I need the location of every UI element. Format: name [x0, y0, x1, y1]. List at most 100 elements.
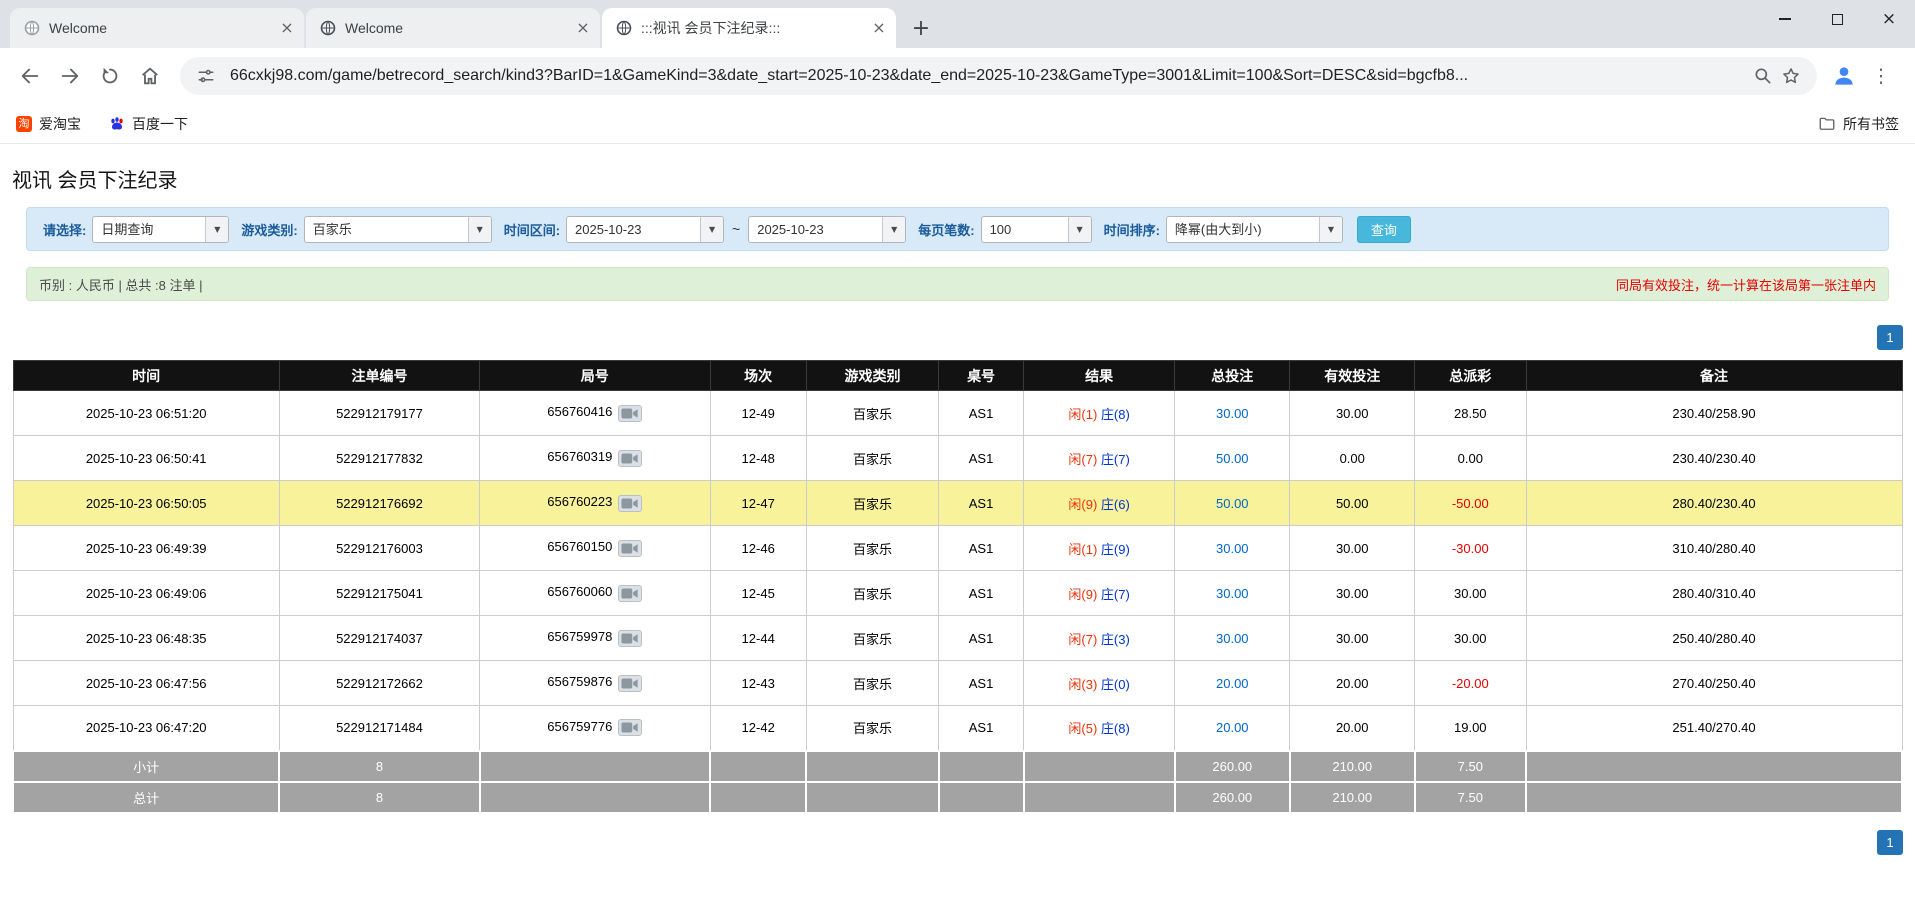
cell-result: 闲(9) 庄(7)	[1023, 570, 1176, 616]
dropdown-arrow: ▼	[708, 224, 716, 234]
bet-record-row: 2025-10-23 06:47:20 522912171484 656759776…	[12, 705, 1903, 751]
video-replay-icon[interactable]	[618, 584, 643, 602]
cell-time: 2025-10-23 06:49:39	[12, 525, 280, 571]
cell-total-bet[interactable]: 20.00	[1174, 705, 1291, 751]
summary-empty-cell	[478, 780, 712, 814]
tab-close-icon[interactable]: ×	[870, 19, 888, 37]
cell-total-bet[interactable]: 50.00	[1174, 480, 1291, 526]
date-end-dropdown[interactable]: 2025-10-23 ▼	[748, 215, 907, 243]
result-banker: 庄(7)	[1100, 586, 1130, 602]
cell-session: 12-49	[709, 390, 807, 436]
subtotal-payout: 7.50	[1413, 749, 1528, 783]
maximize-button[interactable]	[1811, 0, 1863, 38]
browser-toolbar: 66cxkj98.com/game/betrecord_search/kind3…	[0, 48, 1915, 104]
minimize-button[interactable]	[1759, 0, 1811, 38]
browser-menu-icon[interactable]: ⋮	[1863, 58, 1899, 94]
cell-result: 闲(1) 庄(9)	[1023, 525, 1176, 571]
video-replay-icon[interactable]	[618, 494, 643, 512]
new-tab-button[interactable]: +	[906, 13, 936, 43]
home-button[interactable]	[132, 58, 168, 94]
zoom-icon[interactable]	[1749, 62, 1777, 90]
cell-table-no: AS1	[938, 480, 1025, 526]
close-window-button[interactable]: ×	[1863, 0, 1915, 38]
chevron-down-icon[interactable]: ▼	[700, 216, 724, 242]
col-header-payout: 总派彩	[1414, 360, 1527, 391]
cell-time: 2025-10-23 06:48:35	[12, 615, 280, 661]
subtotal-total-bet: 260.00	[1173, 749, 1291, 783]
bet-table-body: 2025-10-23 06:51:20 522912179177 656760416…	[12, 390, 1903, 751]
subtotal-count: 8	[278, 749, 481, 783]
chevron-down-icon[interactable]: ▼	[882, 216, 906, 242]
cell-total-bet[interactable]: 30.00	[1174, 570, 1291, 616]
address-bar[interactable]: 66cxkj98.com/game/betrecord_search/kind3…	[180, 57, 1817, 95]
cell-total-bet[interactable]: 20.00	[1174, 660, 1291, 706]
cell-valid-bet: 50.00	[1289, 480, 1416, 526]
video-replay-icon[interactable]	[618, 449, 643, 467]
cell-total-bet[interactable]: 30.00	[1174, 525, 1291, 571]
chevron-down-icon[interactable]: ▼	[467, 216, 491, 242]
sort-order-dropdown[interactable]: 降幂(由大到小) ▼	[1165, 215, 1343, 243]
page-size-dropdown[interactable]: 100 ▼	[980, 215, 1092, 243]
cell-result: 闲(1) 庄(8)	[1023, 390, 1176, 436]
cell-session: 12-47	[709, 480, 807, 526]
cell-game-type: 百家乐	[805, 525, 940, 571]
profile-avatar-icon[interactable]	[1827, 59, 1861, 93]
cell-total-bet[interactable]: 30.00	[1174, 390, 1291, 436]
result-player: 闲(5)	[1068, 721, 1098, 737]
game-type-dropdown[interactable]: 百家乐 ▼	[303, 215, 492, 243]
subtotal-row: 小计 8 260.00 210.00 7.50	[11, 749, 1903, 783]
date-end-value: 2025-10-23	[757, 221, 824, 237]
total-valid-bet: 210.00	[1288, 780, 1416, 814]
cell-valid-bet: 20.00	[1289, 705, 1416, 751]
col-header-total-bet: 总投注	[1174, 360, 1291, 391]
cell-session: 12-46	[709, 525, 807, 571]
date-range-label: 时间区间:	[503, 222, 561, 238]
cell-total-bet[interactable]: 30.00	[1174, 615, 1291, 661]
baidu-paw-icon	[109, 116, 125, 132]
chevron-down-icon[interactable]: ▼	[205, 216, 229, 242]
tab-close-icon[interactable]: ×	[278, 19, 296, 37]
cell-result: 闲(9) 庄(6)	[1023, 480, 1176, 526]
back-button[interactable]	[12, 58, 48, 94]
bookmark-baidu[interactable]: 百度一下	[109, 114, 188, 134]
tab-close-icon[interactable]: ×	[574, 19, 592, 37]
all-bookmarks-button[interactable]: 所有书签	[1818, 114, 1899, 134]
tab-bet-records-active[interactable]: :::视讯 会员下注纪录::: ×	[602, 8, 896, 48]
query-type-dropdown[interactable]: 日期查询 ▼	[92, 215, 230, 243]
page-content: 视讯 会员下注纪录 请选择: 日期查询 ▼ 游戏类别: 百家乐 ▼ 时间区间: …	[0, 144, 1915, 855]
video-replay-icon[interactable]	[618, 674, 643, 692]
url-text: 66cxkj98.com/game/betrecord_search/kind3…	[230, 67, 1469, 84]
page-1-button[interactable]: 1	[1877, 325, 1903, 350]
video-replay-icon[interactable]	[618, 629, 643, 647]
cell-result: 闲(7) 庄(7)	[1023, 435, 1176, 481]
cell-total-bet[interactable]: 50.00	[1174, 435, 1291, 481]
tab-welcome-2[interactable]: Welcome ×	[306, 8, 600, 48]
date-start-dropdown[interactable]: 2025-10-23 ▼	[566, 215, 725, 243]
cell-payout: 28.50	[1414, 390, 1527, 436]
chevron-down-icon[interactable]: ▼	[1067, 216, 1091, 242]
cell-round: 656760060	[479, 570, 711, 616]
tab-welcome-1[interactable]: Welcome ×	[10, 8, 304, 48]
cell-valid-bet: 30.00	[1289, 390, 1416, 436]
result-player: 闲(1)	[1068, 406, 1098, 422]
col-header-game-type: 游戏类别	[805, 360, 940, 391]
chevron-down-icon[interactable]: ▼	[1318, 216, 1342, 242]
video-replay-icon[interactable]	[618, 539, 643, 557]
forward-button[interactable]	[52, 58, 88, 94]
bookmark-star-icon[interactable]	[1777, 62, 1805, 90]
video-replay-icon[interactable]	[618, 719, 643, 737]
bookmark-aitaobao[interactable]: 淘 爱淘宝	[16, 114, 81, 134]
video-replay-icon[interactable]	[618, 404, 643, 422]
page-1-button[interactable]: 1	[1877, 829, 1903, 855]
bet-record-row: 2025-10-23 06:51:20 522912179177 656760416…	[12, 390, 1903, 436]
refresh-button[interactable]	[92, 58, 128, 94]
site-settings-icon[interactable]	[192, 62, 220, 90]
cell-payout: 30.00	[1414, 615, 1527, 661]
cell-time: 2025-10-23 06:47:20	[12, 705, 280, 751]
summary-empty-cell	[1022, 749, 1176, 783]
cell-round: 656759776	[479, 705, 711, 751]
summary-empty-cell	[937, 780, 1025, 814]
search-button[interactable]: 查询	[1356, 215, 1411, 243]
cell-session: 12-45	[709, 570, 807, 616]
round-number: 656760319	[547, 449, 613, 465]
